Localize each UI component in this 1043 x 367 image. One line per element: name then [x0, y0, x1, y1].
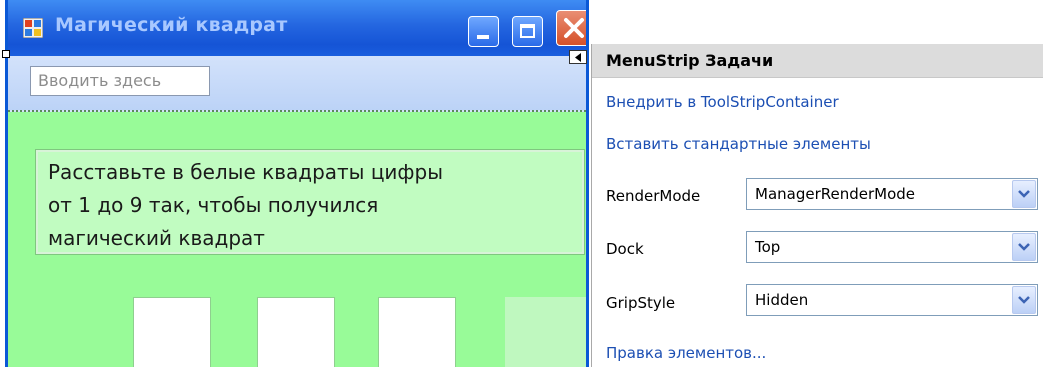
app-icon	[23, 18, 43, 38]
embed-in-toolstripcontainer-link[interactable]: Внедрить в ToolStripContainer	[606, 93, 839, 111]
rendermode-label: RenderMode	[606, 187, 701, 205]
rendermode-select[interactable]: ManagerRenderMode	[746, 178, 1038, 210]
rendermode-dropdown-button[interactable]	[1012, 180, 1036, 208]
rendermode-value: ManagerRenderMode	[755, 185, 916, 203]
edit-items-link[interactable]: Правка элементов...	[606, 344, 766, 362]
chevron-down-icon	[1018, 190, 1030, 198]
dock-value: Top	[755, 238, 781, 256]
maximize-button[interactable]	[512, 16, 543, 47]
title-bar[interactable]: Магический квадрат	[8, 0, 586, 56]
dock-dropdown-button[interactable]	[1012, 233, 1036, 261]
close-button[interactable]	[556, 10, 586, 46]
form-window: Магический квадрат Вводить здесь Расстав…	[5, 0, 589, 367]
gripstyle-dropdown-button[interactable]	[1012, 286, 1036, 314]
chevron-left-icon	[575, 53, 581, 62]
square-cell-1[interactable]	[133, 297, 211, 367]
selection-handle[interactable]	[2, 50, 10, 58]
dock-select[interactable]: Top	[746, 231, 1038, 263]
minimize-icon	[477, 35, 489, 39]
gripstyle-label: GripStyle	[606, 294, 676, 312]
square-cell-4[interactable]	[505, 297, 586, 367]
insert-standard-items-link[interactable]: Вставить стандартные элементы	[606, 135, 871, 153]
panel-header: MenuStrip Задачи	[592, 44, 1043, 78]
instruction-line-1: Расставьте в белые квадраты цифры	[48, 160, 444, 184]
panel-title: MenuStrip Задачи	[606, 51, 774, 70]
chevron-down-icon	[1018, 296, 1030, 304]
square-cell-3[interactable]	[378, 297, 456, 367]
smart-tag-glyph[interactable]	[569, 50, 587, 64]
minimize-button[interactable]	[468, 16, 499, 47]
dock-label: Dock	[606, 240, 644, 258]
maximize-icon	[520, 24, 535, 38]
instruction-label: Расставьте в белые квадраты цифры от 1 д…	[35, 149, 585, 255]
gripstyle-select[interactable]: Hidden	[746, 284, 1038, 316]
instruction-line-2: от 1 до 9 так, чтобы получился	[48, 193, 379, 217]
type-here-input[interactable]: Вводить здесь	[30, 66, 210, 96]
instruction-line-3: магический квадрат	[48, 226, 265, 250]
gripstyle-value: Hidden	[755, 291, 809, 309]
menu-strip[interactable]: Вводить здесь	[8, 56, 586, 112]
square-cell-2[interactable]	[257, 297, 335, 367]
window-title: Магический квадрат	[55, 14, 288, 36]
menustrip-tasks-panel: MenuStrip Задачи Внедрить в ToolStripCon…	[591, 44, 1043, 367]
chevron-down-icon	[1018, 243, 1030, 251]
close-icon	[564, 18, 584, 38]
